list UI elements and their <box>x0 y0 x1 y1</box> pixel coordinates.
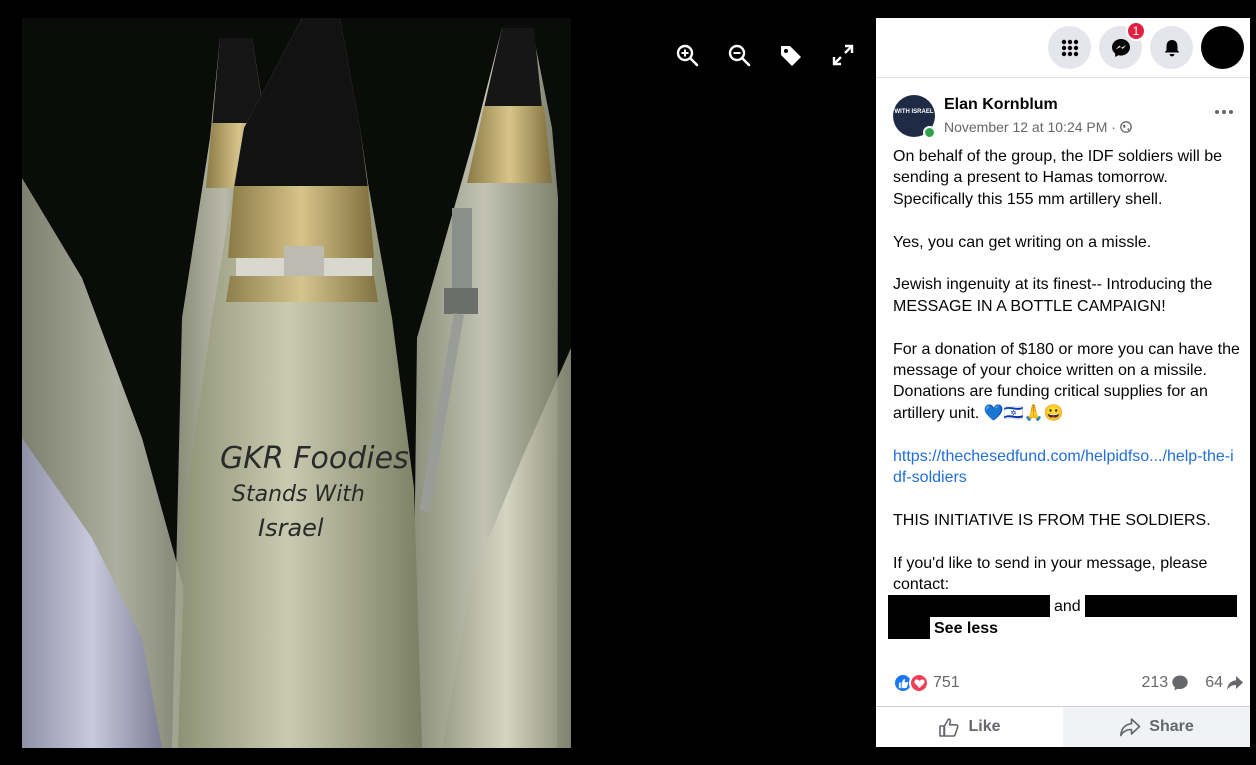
share-icon <box>1120 718 1141 737</box>
share-arrow-icon <box>1227 676 1243 690</box>
viewer-toolbar <box>672 40 858 70</box>
post-paragraph-4: For a donation of $180 or more you can h… <box>893 340 1240 422</box>
grid-menu-icon <box>1061 39 1078 56</box>
and-text: and <box>1054 597 1081 615</box>
post-photo[interactable]: GKR Foodies Stands With Israel <box>22 18 571 748</box>
globe-icon <box>1120 121 1132 133</box>
post-panel: 1 WITH ISRAEL Elan Kornblum November 12 … <box>876 18 1250 747</box>
tag-icon <box>781 46 801 66</box>
like-button[interactable]: Like <box>876 707 1063 747</box>
account-avatar[interactable] <box>1201 26 1244 69</box>
reaction-icons[interactable] <box>893 673 929 693</box>
messenger-button[interactable]: 1 <box>1099 21 1146 69</box>
comment-icon <box>1172 675 1188 691</box>
more-dot-icon <box>1215 110 1219 114</box>
zoom-out-icon <box>728 44 751 67</box>
share-button[interactable]: Share <box>1063 707 1250 747</box>
like-label: Like <box>968 718 1001 735</box>
post-paragraph-3: Jewish ingenuity at its finest-- Introdu… <box>893 276 1213 315</box>
messenger-badge: 1 <box>1126 21 1146 41</box>
online-status-dot <box>923 126 936 139</box>
share-label: Share <box>1149 718 1194 735</box>
fullscreen-icon <box>832 44 854 66</box>
notifications-button[interactable] <box>1150 26 1193 69</box>
reactions-bar: 751 213 64 <box>893 668 1244 698</box>
post-header: WITH ISRAEL Elan Kornblum November 12 at… <box>876 78 1250 140</box>
artillery-shells-image: GKR Foodies Stands With Israel <box>22 18 571 748</box>
redacted-contacts: and <box>888 595 1240 618</box>
redaction-bar <box>888 595 1050 618</box>
fullscreen-button[interactable] <box>828 40 858 70</box>
see-less-row: See less <box>888 617 1240 640</box>
photo-viewer: GKR Foodies Stands With Israel <box>0 0 875 765</box>
more-options-button[interactable] <box>1212 102 1236 122</box>
top-nav-bar: 1 <box>876 18 1250 78</box>
post-timestamp[interactable]: November 12 at 10:24 PM · <box>944 119 1116 135</box>
post-actions: Like Share <box>876 706 1250 747</box>
menu-button[interactable] <box>1048 26 1091 69</box>
avatar-label: WITH ISRAEL <box>894 109 934 115</box>
post-paragraph-5: THIS INITIATIVE IS FROM THE SOLDIERS. <box>893 511 1211 529</box>
more-dot-icon <box>1229 110 1233 114</box>
shares-count: 64 <box>1205 674 1223 691</box>
engagement-stats: 213 64 <box>1142 674 1245 692</box>
zoom-in-button[interactable] <box>672 40 702 70</box>
comments-stat[interactable]: 213 <box>1142 674 1190 692</box>
post-meta: November 12 at 10:24 PM · <box>944 119 1132 135</box>
donation-link[interactable]: https://thechesedfund.com/helpidfso.../h… <box>893 448 1234 486</box>
post-paragraph-1: On behalf of the group, the IDF soldiers… <box>893 148 1223 208</box>
messenger-icon <box>1111 38 1130 57</box>
more-dot-icon <box>1222 110 1226 114</box>
see-less-button[interactable]: See less <box>934 618 998 639</box>
zoom-in-icon <box>676 44 699 67</box>
shares-stat[interactable]: 64 <box>1205 674 1244 692</box>
redaction-bar <box>888 617 930 640</box>
photo-writing-line1: GKR Foodies <box>220 441 409 476</box>
bell-icon <box>1164 39 1179 56</box>
post-text: On behalf of the group, the IDF soldiers… <box>876 140 1250 640</box>
author-name[interactable]: Elan Kornblum <box>944 96 1058 114</box>
reactions-count[interactable]: 751 <box>933 674 960 692</box>
post-paragraph-2: Yes, you can get writing on a missle. <box>893 233 1152 251</box>
post-paragraph-6: If you'd like to send in your message, p… <box>893 554 1208 594</box>
comments-count: 213 <box>1141 674 1169 691</box>
love-reaction-icon <box>909 673 929 693</box>
photo-writing-line2: Stands With <box>232 482 365 507</box>
tag-photo-button[interactable] <box>776 40 806 70</box>
thumbs-up-icon <box>939 718 960 737</box>
zoom-out-button[interactable] <box>724 40 754 70</box>
redaction-bar <box>1084 595 1237 618</box>
photo-writing-line3: Israel <box>258 514 324 542</box>
